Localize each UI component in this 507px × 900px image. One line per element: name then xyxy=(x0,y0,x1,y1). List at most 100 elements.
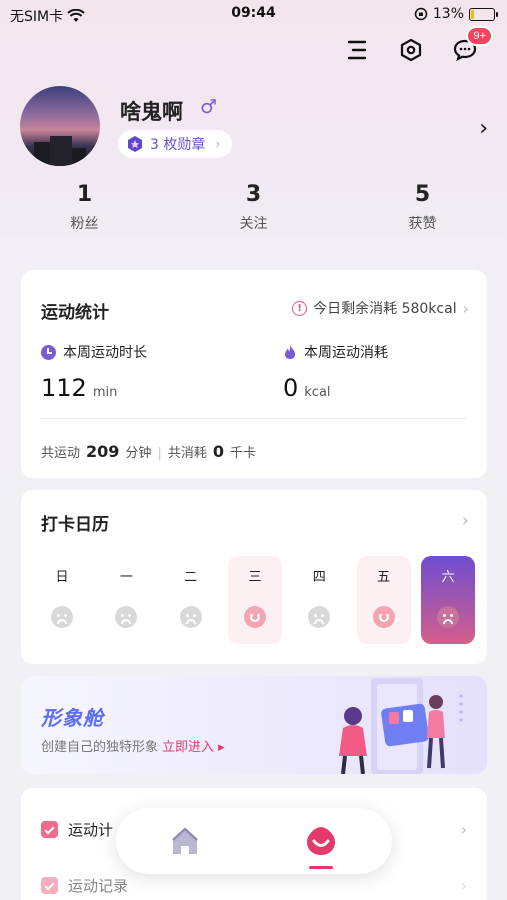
day-name: 一 xyxy=(119,570,133,585)
home-icon xyxy=(172,827,198,854)
smile-drop-icon xyxy=(307,827,335,855)
sad-face-icon xyxy=(51,606,73,628)
sport-stats-card[interactable]: 运动统计 ! 今日剩余消耗 580kcal › 本周运动时长 本周运动消耗 11… xyxy=(21,270,487,478)
chevron-right-icon: › xyxy=(460,819,467,839)
summary-separator: | xyxy=(157,446,162,461)
calendar-day-sat[interactable]: 六 xyxy=(420,556,475,644)
week-burn-unit: kcal xyxy=(304,385,331,400)
medal-button[interactable]: 3 枚勋章 › xyxy=(118,130,233,158)
gender-male-icon: ♂ xyxy=(200,96,218,118)
chevron-right-icon: › xyxy=(460,875,467,895)
calendar-day-tue[interactable]: 二 xyxy=(164,556,218,644)
calendar-day-sun[interactable]: 日 xyxy=(35,556,89,644)
avatar-cabin-card[interactable]: 形象舱 创建自己的独特形象 立即进入 ▸ xyxy=(21,676,487,774)
stat-value: 1 xyxy=(76,182,93,207)
today-remaining-text: 今日剩余消耗 580kcal xyxy=(313,301,457,317)
day-name: 日 xyxy=(55,570,69,585)
today-remaining[interactable]: ! 今日剩余消耗 580kcal › xyxy=(292,298,469,318)
day-name: 三 xyxy=(248,570,262,585)
calendar-day-thu[interactable]: 四 xyxy=(292,556,346,644)
stat-label: 关注 xyxy=(239,216,268,232)
week-duration-value: 112 min xyxy=(41,374,117,402)
menu-item-sport-record[interactable]: 运动记录 › xyxy=(41,870,467,900)
username: 啥鬼啊 xyxy=(120,100,183,124)
battery-icon xyxy=(469,7,498,21)
status-bar: 无SIM卡 09:44 13% xyxy=(0,0,507,30)
calendar-day-fri[interactable]: 五 xyxy=(356,556,411,644)
record-icon xyxy=(41,876,58,894)
menu-item-label: 运动计 xyxy=(68,820,114,839)
avatar-building xyxy=(50,136,72,166)
stat-following[interactable]: 3 关注 xyxy=(169,182,338,233)
sport-stats-title: 运动统计 xyxy=(41,303,109,323)
profile-chevron-icon[interactable]: › xyxy=(479,116,488,141)
day-name: 六 xyxy=(441,570,455,585)
calendar-title: 打卡日历 xyxy=(41,515,109,535)
profile-header[interactable]: 啥鬼啊 ♂ 3 枚勋章 › › xyxy=(20,86,490,176)
week-burn-label: 本周运动消耗 xyxy=(283,342,388,362)
week-duration-label: 本周运动时长 xyxy=(41,342,147,362)
battery-percent: 13% xyxy=(432,6,464,22)
summary-minutes-unit: 分钟 xyxy=(125,446,152,461)
day-name: 五 xyxy=(377,570,391,585)
calendar-day-mon[interactable]: 一 xyxy=(99,556,153,644)
messages-button[interactable]: 9+ xyxy=(451,26,493,64)
check-icon xyxy=(41,820,58,838)
active-tab-indicator xyxy=(309,866,333,869)
sad-face-icon xyxy=(308,606,331,628)
happy-face-icon xyxy=(243,606,266,628)
sad-face-icon xyxy=(115,606,138,628)
settings-hexagon-icon xyxy=(400,38,422,62)
stat-label: 粉丝 xyxy=(70,216,99,232)
follow-stats: 1 粉丝 3 关注 5 获赞 xyxy=(0,182,507,233)
tab-me[interactable] xyxy=(304,824,338,858)
day-name: 二 xyxy=(184,570,198,585)
enter-link[interactable]: 立即进入 ▸ xyxy=(162,740,225,755)
notification-badge: 9+ xyxy=(466,26,493,46)
stat-likes[interactable]: 5 获赞 xyxy=(338,182,507,233)
bottom-tab-bar xyxy=(116,808,392,874)
avatar-cabin-subtitle: 创建自己的独特形象 立即进入 ▸ xyxy=(41,736,225,755)
info-icon: ! xyxy=(292,300,308,316)
calendar-week: 日 一 二 三 四 五 六 xyxy=(35,556,475,644)
medal-label: 3 枚勋章 xyxy=(150,137,206,153)
summary-minutes: 209 xyxy=(86,442,120,461)
avatar-building xyxy=(72,148,86,166)
avatar-cabin-illustration xyxy=(339,678,463,774)
stat-fans[interactable]: 1 粉丝 xyxy=(0,182,169,233)
week-burn-value: 0 kcal xyxy=(283,374,331,402)
tab-home[interactable] xyxy=(168,824,202,858)
sad-face-icon xyxy=(179,606,202,628)
medal-icon xyxy=(128,136,142,152)
avatar[interactable] xyxy=(20,86,100,166)
chevron-right-icon[interactable]: › xyxy=(462,510,469,531)
divider xyxy=(41,418,467,419)
sport-summary: 共运动 209 分钟 | 共消耗 0 千卡 xyxy=(41,442,256,461)
chevron-right-icon: › xyxy=(215,137,221,151)
checkin-calendar-card[interactable]: 打卡日历 › 日 一 二 三 四 五 六 xyxy=(21,490,487,664)
summary-burn-unit: 千卡 xyxy=(229,446,256,461)
week-duration-label-text: 本周运动时长 xyxy=(63,345,147,361)
menu-button[interactable] xyxy=(343,36,371,64)
week-burn-number: 0 xyxy=(283,374,299,402)
stat-label: 获赞 xyxy=(408,216,437,232)
settings-button[interactable] xyxy=(397,36,425,64)
week-burn-label-text: 本周运动消耗 xyxy=(304,345,388,361)
clock-icon xyxy=(41,344,56,360)
week-duration-number: 112 xyxy=(41,374,87,402)
menu-item-label: 运动记录 xyxy=(68,876,129,895)
calendar-day-wed[interactable]: 三 xyxy=(227,556,282,644)
chevron-right-icon: › xyxy=(462,298,469,318)
stat-value: 5 xyxy=(414,182,431,207)
day-name: 四 xyxy=(312,570,326,585)
stat-value: 3 xyxy=(245,182,262,207)
week-duration-unit: min xyxy=(92,385,118,400)
battery-fill xyxy=(471,9,474,19)
avatar-cabin-desc: 创建自己的独特形象 xyxy=(41,740,159,755)
status-right: 13% xyxy=(414,6,498,22)
happy-face-icon xyxy=(372,606,395,628)
sad-face-icon xyxy=(436,606,459,628)
orientation-lock-icon xyxy=(414,7,428,21)
menu-lines-icon xyxy=(347,40,367,60)
summary-prefix: 共运动 xyxy=(41,446,81,461)
